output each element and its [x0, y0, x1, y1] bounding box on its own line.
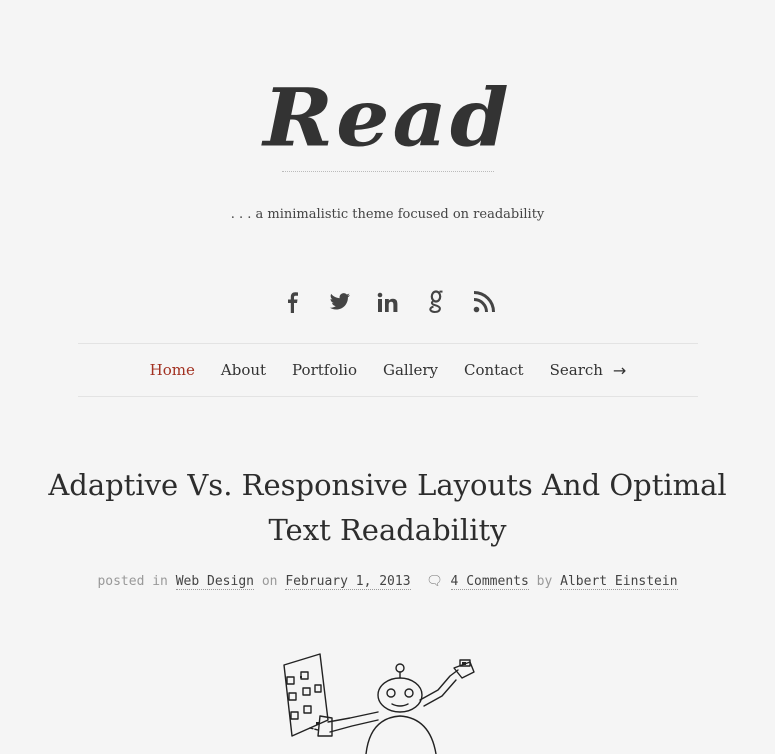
social-links — [0, 288, 775, 316]
illustration-window — [302, 687, 311, 696]
search-label: Search — [549, 361, 603, 379]
post-category-link[interactable]: Web Design — [175, 574, 254, 590]
by-label: by — [536, 574, 553, 589]
facebook-glyph — [287, 292, 298, 313]
post-meta: posted in Web Design on February 1, 2013… — [0, 574, 775, 590]
illustration-window — [288, 692, 297, 701]
illustration-window — [300, 671, 309, 680]
on-label: on — [261, 574, 278, 589]
nav-item-search[interactable]: Search → — [550, 361, 627, 380]
twitter-icon[interactable] — [328, 288, 352, 316]
posted-in-label: posted in — [97, 574, 168, 589]
facebook-icon[interactable] — [280, 288, 304, 316]
nav-item-portfolio[interactable]: Portfolio — [292, 361, 357, 379]
illustration-robot-body — [365, 715, 437, 754]
illustration-window — [290, 711, 299, 720]
site-logo-text[interactable]: Read — [263, 71, 511, 166]
nav-item-about[interactable]: About — [221, 361, 266, 379]
google-glyph — [428, 290, 442, 313]
google-icon[interactable] — [424, 288, 448, 316]
rss-glyph — [473, 291, 495, 313]
nav-item-home[interactable]: Home — [150, 361, 195, 379]
post-date-link[interactable]: February 1, 2013 — [285, 574, 411, 590]
logo-divider — [282, 171, 494, 172]
nav-item-gallery[interactable]: Gallery — [383, 361, 438, 379]
illustration-robot-head — [377, 677, 423, 713]
comment-icon: 🗨 — [426, 574, 443, 589]
post-comments-link[interactable]: 4 Comments — [450, 574, 529, 590]
linkedin-icon[interactable] — [376, 288, 400, 316]
nav-item-contact[interactable]: Contact — [464, 361, 524, 379]
illustration-window — [303, 705, 312, 714]
linkedin-glyph — [377, 292, 397, 312]
site-logo[interactable]: Read — [0, 68, 775, 168]
rss-icon[interactable] — [472, 288, 496, 316]
post-featured-image — [283, 653, 475, 754]
illustration-window — [286, 676, 295, 685]
site-tagline: . . . a minimalistic theme focused on re… — [230, 207, 545, 222]
illustration-window — [314, 684, 322, 693]
twitter-glyph — [329, 293, 350, 310]
post-title[interactable]: Adaptive Vs. Responsive Layouts And Opti… — [40, 463, 735, 553]
illustration-antenna — [395, 663, 405, 673]
post-author-link[interactable]: Albert Einstein — [560, 574, 678, 590]
arrow-right-icon: → — [612, 360, 627, 380]
main-navigation: Home About Portfolio Gallery Contact Sea… — [78, 343, 698, 397]
